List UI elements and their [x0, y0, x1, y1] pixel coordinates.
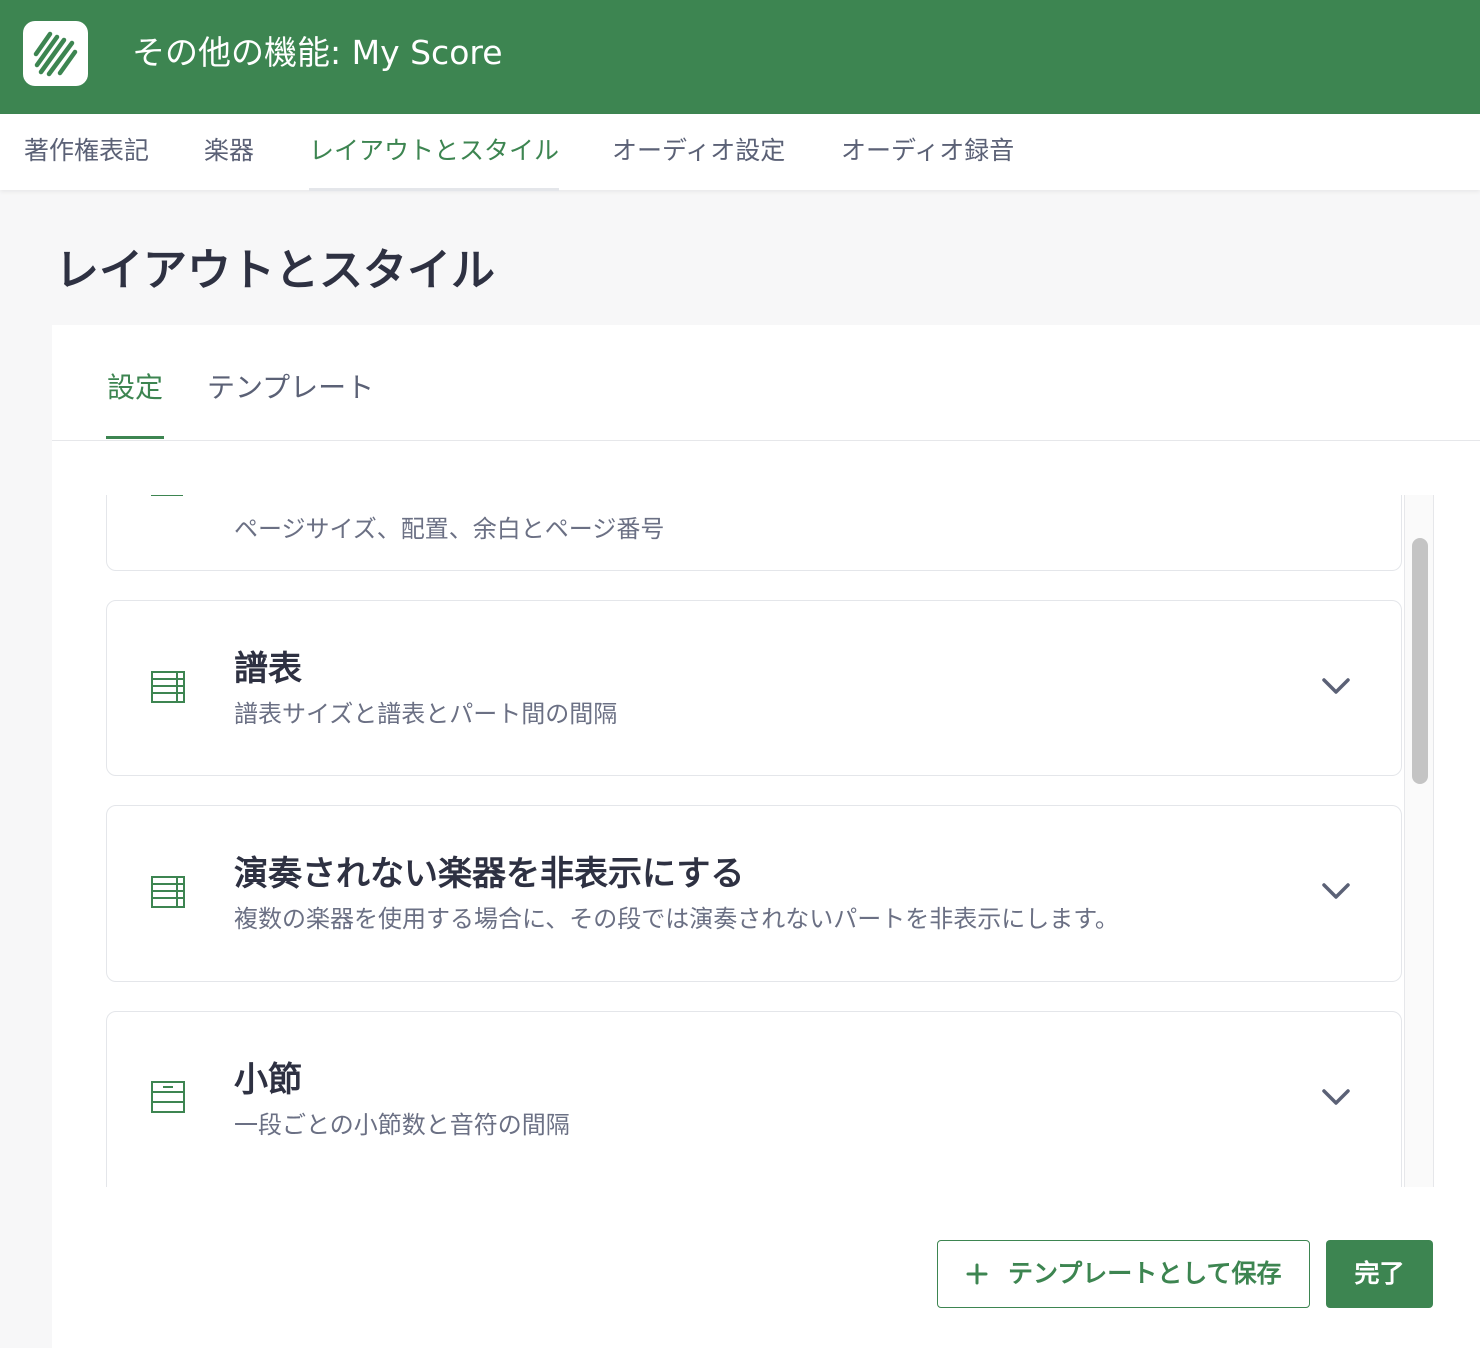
plus-icon — [966, 1263, 988, 1285]
section-description: 複数の楽器を使用する場合に、その段では演奏されないパートを非表示にします。 — [234, 905, 1119, 933]
page-title: レイアウトとスタイル — [55, 245, 495, 296]
section-title: 小節 — [234, 1060, 302, 1100]
section-title: 演奏されない楽器を非表示にする — [234, 854, 745, 894]
section-list[interactable]: ページサイズ、配置、余白とページ番号 譜表 譜表サイズと譜表とパート間の間隔 演… — [104, 495, 1434, 1187]
section-description: ページサイズ、配置、余白とページ番号 — [234, 515, 665, 543]
tab-instruments[interactable]: 楽器 — [204, 114, 254, 188]
tab-audio-recording[interactable]: オーディオ録音 — [841, 114, 1014, 188]
top-navigation: 著作権表記 楽器 レイアウトとスタイル オーディオ設定 オーディオ録音 — [0, 114, 1480, 191]
save-as-template-button[interactable]: テンプレートとして保存 — [937, 1240, 1310, 1308]
subtab-settings[interactable]: 設定 — [107, 365, 163, 411]
tab-copyright[interactable]: 著作権表記 — [24, 114, 149, 188]
app-logo-icon[interactable] — [23, 21, 88, 86]
tab-layout-and-style[interactable]: レイアウトとスタイル — [309, 114, 560, 191]
subtab-bar: 設定 テンプレート — [52, 325, 1480, 441]
app-header: その他の機能: My Score — [0, 0, 1480, 114]
chevron-down-icon[interactable] — [1320, 676, 1352, 696]
scrollbar-thumb[interactable] — [1412, 538, 1428, 784]
save-as-template-label: テンプレートとして保存 — [1008, 1259, 1282, 1288]
section-description: 譜表サイズと譜表とパート間の間隔 — [234, 700, 618, 728]
staff-icon — [151, 671, 185, 703]
section-card-staff[interactable]: 譜表 譜表サイズと譜表とパート間の間隔 — [106, 600, 1402, 776]
settings-panel: 設定 テンプレート ページサイズ、配置、余白とページ番号 譜表 譜表サイズと譜表… — [52, 325, 1480, 1348]
chevron-down-icon[interactable] — [1320, 1087, 1352, 1107]
section-title: 譜表 — [234, 649, 302, 689]
measure-icon — [151, 1081, 185, 1113]
chevron-down-icon[interactable] — [1320, 881, 1352, 901]
section-card-hide-empty-instruments[interactable]: 演奏されない楽器を非表示にする 複数の楽器を使用する場合に、その段では演奏されな… — [106, 805, 1402, 982]
section-description: 一段ごとの小節数と音符の間隔 — [234, 1111, 570, 1139]
active-subtab-indicator — [106, 436, 164, 439]
tab-audio-settings[interactable]: オーディオ設定 — [612, 114, 785, 188]
staff-icon — [151, 876, 185, 908]
page-icon — [151, 495, 183, 496]
scrollbar-track[interactable] — [1404, 495, 1434, 1187]
section-card-page[interactable]: ページサイズ、配置、余白とページ番号 — [106, 495, 1402, 571]
section-card-measures[interactable]: 小節 一段ごとの小節数と音符の間隔 — [106, 1011, 1402, 1187]
done-button[interactable]: 完了 — [1326, 1240, 1433, 1308]
subtab-templates[interactable]: テンプレート — [207, 365, 374, 411]
app-title: その他の機能: My Score — [132, 33, 503, 72]
